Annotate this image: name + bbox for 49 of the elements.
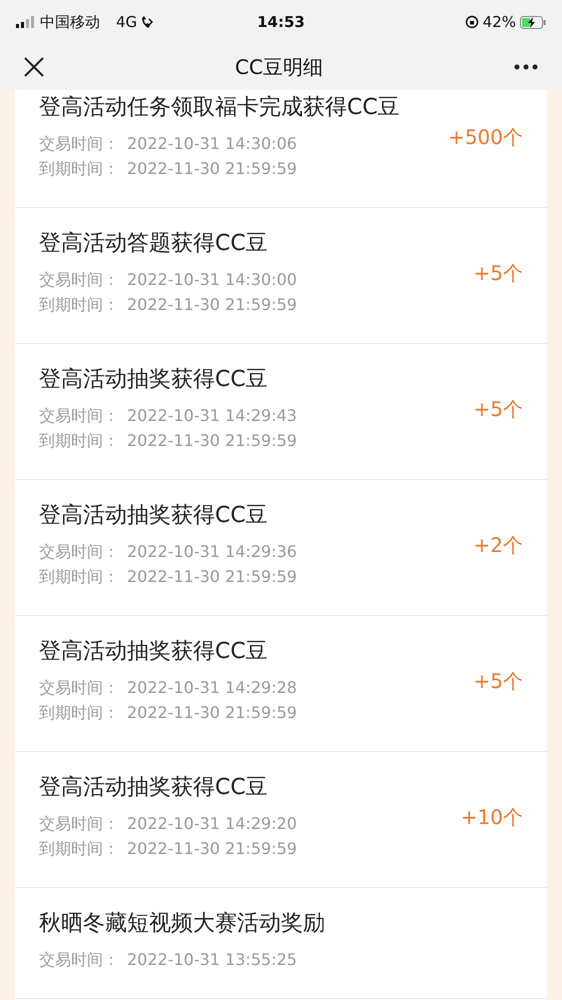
expire-time: 2022-11-30 21:59:59 [127,430,297,452]
field-label: 到期时间： [39,430,119,452]
bean-amount: +5个 [474,260,523,286]
record-title: 登高活动任务领取福卡完成获得CC豆 [39,94,401,122]
battery-percent: 42% [482,12,516,33]
clock-time: 14:53 [257,12,305,33]
record-title: 登高活动抽奖获得CC豆 [39,366,269,394]
field-label: 交易时间： [39,405,119,427]
trade-time: 2022-10-31 14:29:28 [127,677,297,699]
phone-icon [141,15,154,29]
expire-time: 2022-11-30 21:59:59 [127,566,297,588]
record-title: 登高活动抽奖获得CC豆 [39,638,269,666]
more-icon[interactable] [514,64,538,70]
bean-amount: +10个 [460,804,523,830]
bean-amount: +500个 [448,124,523,150]
field-label: 到期时间： [39,702,119,724]
carrier-name: 中国移动 [40,12,100,33]
field-label: 交易时间： [39,133,119,155]
signal-icon [16,16,36,28]
expire-time: 2022-11-30 21:59:59 [127,702,297,724]
expire-time: 2022-11-30 21:59:59 [127,158,297,180]
record-title: 秋晒冬藏短视频大赛活动奖励 [39,910,326,938]
record-title: 登高活动答题获得CC豆 [39,230,269,258]
trade-time: 2022-10-31 14:30:06 [127,133,297,155]
field-label: 到期时间： [39,158,119,180]
network-type: 4G [116,12,138,33]
expire-time: 2022-11-30 21:59:59 [127,838,297,860]
expire-time: 2022-11-30 21:59:59 [127,294,297,316]
field-label: 交易时间： [39,813,119,835]
field-label: 到期时间： [39,566,119,588]
bean-amount: +5个 [474,396,523,422]
field-label: 到期时间： [39,294,119,316]
trade-time: 2022-10-31 14:29:36 [127,541,297,563]
trade-time: 2022-10-31 14:30:00 [127,269,297,291]
record-title: 登高活动抽奖获得CC豆 [39,502,269,530]
field-label: 交易时间： [39,269,119,291]
trade-time: 2022-10-31 13:55:25 [127,949,297,971]
close-icon[interactable] [24,57,44,77]
field-label: 交易时间： [39,677,119,699]
field-label: 交易时间： [39,949,119,971]
page-title: CC豆明细 [235,54,323,81]
field-label: 到期时间： [39,838,119,860]
trade-time: 2022-10-31 14:29:20 [127,813,297,835]
trade-time: 2022-10-31 14:29:43 [127,405,297,427]
bean-amount: +5个 [474,668,523,694]
bean-amount: +2个 [474,532,523,558]
rotation-lock-icon [464,15,479,29]
record-title: 登高活动抽奖获得CC豆 [39,774,269,802]
field-label: 交易时间： [39,541,119,563]
